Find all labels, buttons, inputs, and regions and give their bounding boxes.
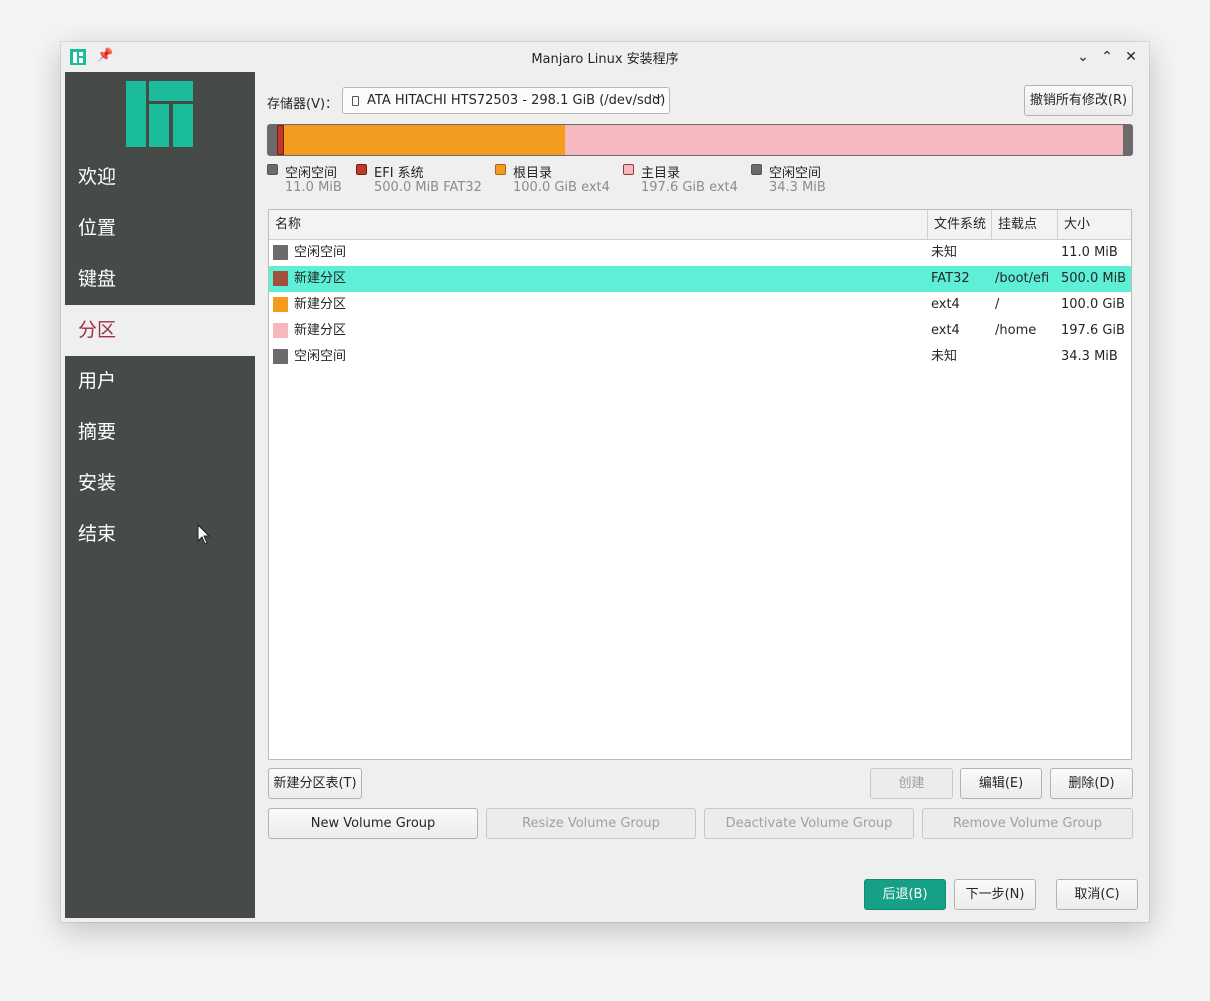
partition-page: 存储器(V)： ATA HITACHI HTS72503 - 298.1 GiB… bbox=[255, 72, 1149, 922]
legend-name: EFI 系统 bbox=[374, 166, 424, 181]
row-size: 500.0 MiB bbox=[1061, 271, 1127, 286]
remove-volume-group-button[interactable]: Remove Volume Group bbox=[922, 808, 1133, 839]
cancel-button[interactable]: 取消(C) bbox=[1056, 879, 1138, 910]
edit-button[interactable]: 编辑(E) bbox=[960, 768, 1042, 799]
row-fs: ext4 bbox=[931, 323, 960, 338]
minimize-icon[interactable]: ⌄ bbox=[1073, 47, 1093, 67]
legend-size: 11.0 MiB bbox=[285, 180, 342, 195]
legend-name: 根目录 bbox=[513, 166, 553, 181]
sidebar-item-welcome: 欢迎 bbox=[78, 166, 117, 188]
bar-segment-free-start bbox=[268, 125, 277, 155]
table-header: 名称 文件系统 挂载点 大小 bbox=[269, 210, 1131, 240]
row-size: 34.3 MiB bbox=[1061, 349, 1118, 364]
row-name: 空闲空间 bbox=[294, 245, 347, 260]
row-fs: ext4 bbox=[931, 297, 960, 312]
legend-name: 空闲空间 bbox=[285, 166, 338, 181]
installer-window: 📌 Manjaro Linux 安装程序 ⌄ ⌃ ✕ 欢迎 位置 键盘 分区 用… bbox=[61, 42, 1149, 922]
legend-swatch bbox=[356, 164, 367, 175]
legend-name: 主目录 bbox=[641, 166, 681, 181]
legend-size: 100.0 GiB ext4 bbox=[513, 180, 610, 195]
close-icon[interactable]: ✕ bbox=[1121, 47, 1141, 67]
back-button[interactable]: 后退(B) bbox=[864, 879, 946, 910]
sidebar-item-finish: 结束 bbox=[78, 523, 117, 545]
row-fs: 未知 bbox=[931, 349, 958, 364]
row-size: 197.6 GiB bbox=[1061, 323, 1125, 338]
row-name: 新建分区 bbox=[294, 271, 347, 286]
legend-size: 500.0 MiB FAT32 bbox=[374, 180, 482, 195]
table-row[interactable]: 新建分区 ext4 / 100.0 GiB bbox=[269, 292, 1131, 318]
chevron-down-icon: ﹀ bbox=[652, 94, 663, 107]
delete-button[interactable]: 删除(D) bbox=[1050, 768, 1133, 799]
maximize-icon[interactable]: ⌃ bbox=[1097, 47, 1117, 67]
row-size: 100.0 GiB bbox=[1061, 297, 1125, 312]
new-volume-group-button[interactable]: New Volume Group bbox=[268, 808, 478, 839]
column-header-size[interactable]: 大小 bbox=[1058, 210, 1131, 239]
new-partition-table-button[interactable]: 新建分区表(T) bbox=[268, 768, 362, 799]
partition-table: 名称 文件系统 挂载点 大小 空闲空间 未知 11.0 MiB 新建分区 FAT… bbox=[268, 209, 1132, 760]
bar-segment-free-end bbox=[1123, 125, 1132, 155]
deactivate-volume-group-button[interactable]: Deactivate Volume Group bbox=[704, 808, 914, 839]
table-row[interactable]: 新建分区 ext4 /home 197.6 GiB bbox=[269, 318, 1131, 344]
table-row[interactable]: 空闲空间 未知 34.3 MiB bbox=[269, 344, 1131, 370]
sidebar-item-users: 用户 bbox=[78, 370, 117, 392]
row-color-swatch bbox=[273, 323, 288, 338]
legend-swatch bbox=[267, 164, 278, 175]
row-mount: / bbox=[995, 297, 1000, 312]
row-mount: /home bbox=[995, 323, 1037, 338]
row-fs: FAT32 bbox=[931, 271, 970, 286]
row-name: 新建分区 bbox=[294, 323, 347, 338]
bar-segment-home bbox=[565, 125, 1123, 155]
disk-icon bbox=[352, 96, 359, 106]
bar-segment-efi bbox=[277, 125, 284, 155]
row-name: 空闲空间 bbox=[294, 349, 347, 364]
title-bar: 📌 Manjaro Linux 安装程序 ⌄ ⌃ ✕ bbox=[61, 42, 1149, 72]
row-name: 新建分区 bbox=[294, 297, 347, 312]
storage-label: 存储器(V)： bbox=[267, 97, 339, 112]
partition-bar bbox=[267, 124, 1133, 156]
legend-size: 34.3 MiB bbox=[769, 180, 826, 195]
sidebar-item-location: 位置 bbox=[78, 217, 117, 239]
sidebar-item-partitions: 分区 bbox=[65, 305, 255, 356]
row-color-swatch bbox=[273, 245, 288, 260]
row-size: 11.0 MiB bbox=[1061, 245, 1118, 260]
row-color-swatch bbox=[273, 349, 288, 364]
legend-size: 197.6 GiB ext4 bbox=[641, 180, 738, 195]
resize-volume-group-button[interactable]: Resize Volume Group bbox=[486, 808, 696, 839]
window-title: Manjaro Linux 安装程序 bbox=[531, 52, 679, 67]
mouse-cursor-icon bbox=[197, 524, 211, 545]
row-color-swatch bbox=[273, 297, 288, 312]
legend-swatch bbox=[751, 164, 762, 175]
row-fs: 未知 bbox=[931, 245, 958, 260]
bar-segment-root bbox=[284, 125, 565, 155]
create-button[interactable]: 创建 bbox=[870, 768, 953, 799]
sidebar: 欢迎 位置 键盘 分区 用户 摘要 安装 结束 bbox=[65, 72, 255, 918]
next-button[interactable]: 下一步(N) bbox=[954, 879, 1036, 910]
legend-swatch bbox=[495, 164, 506, 175]
legend-swatch bbox=[623, 164, 634, 175]
storage-device-select[interactable]: ATA HITACHI HTS72503 - 298.1 GiB (/dev/s… bbox=[342, 87, 670, 114]
legend-name: 空闲空间 bbox=[769, 166, 822, 181]
sidebar-item-keyboard: 键盘 bbox=[78, 268, 117, 290]
revert-all-button[interactable]: 撤销所有修改(R) bbox=[1024, 85, 1133, 116]
column-header-mount[interactable]: 挂载点 bbox=[992, 210, 1058, 239]
sidebar-item-summary: 摘要 bbox=[78, 421, 117, 443]
sidebar-item-install: 安装 bbox=[78, 472, 117, 494]
manjaro-logo bbox=[126, 81, 193, 147]
column-header-name[interactable]: 名称 bbox=[269, 210, 928, 239]
row-color-swatch bbox=[273, 271, 288, 286]
table-row[interactable]: 空闲空间 未知 11.0 MiB bbox=[269, 240, 1131, 266]
column-header-fs[interactable]: 文件系统 bbox=[928, 210, 992, 239]
storage-device-value: ATA HITACHI HTS72503 - 298.1 GiB (/dev/s… bbox=[367, 93, 666, 108]
row-mount: /boot/efi bbox=[995, 271, 1050, 286]
table-row-selected[interactable]: 新建分区 FAT32 /boot/efi 500.0 MiB bbox=[269, 266, 1131, 292]
